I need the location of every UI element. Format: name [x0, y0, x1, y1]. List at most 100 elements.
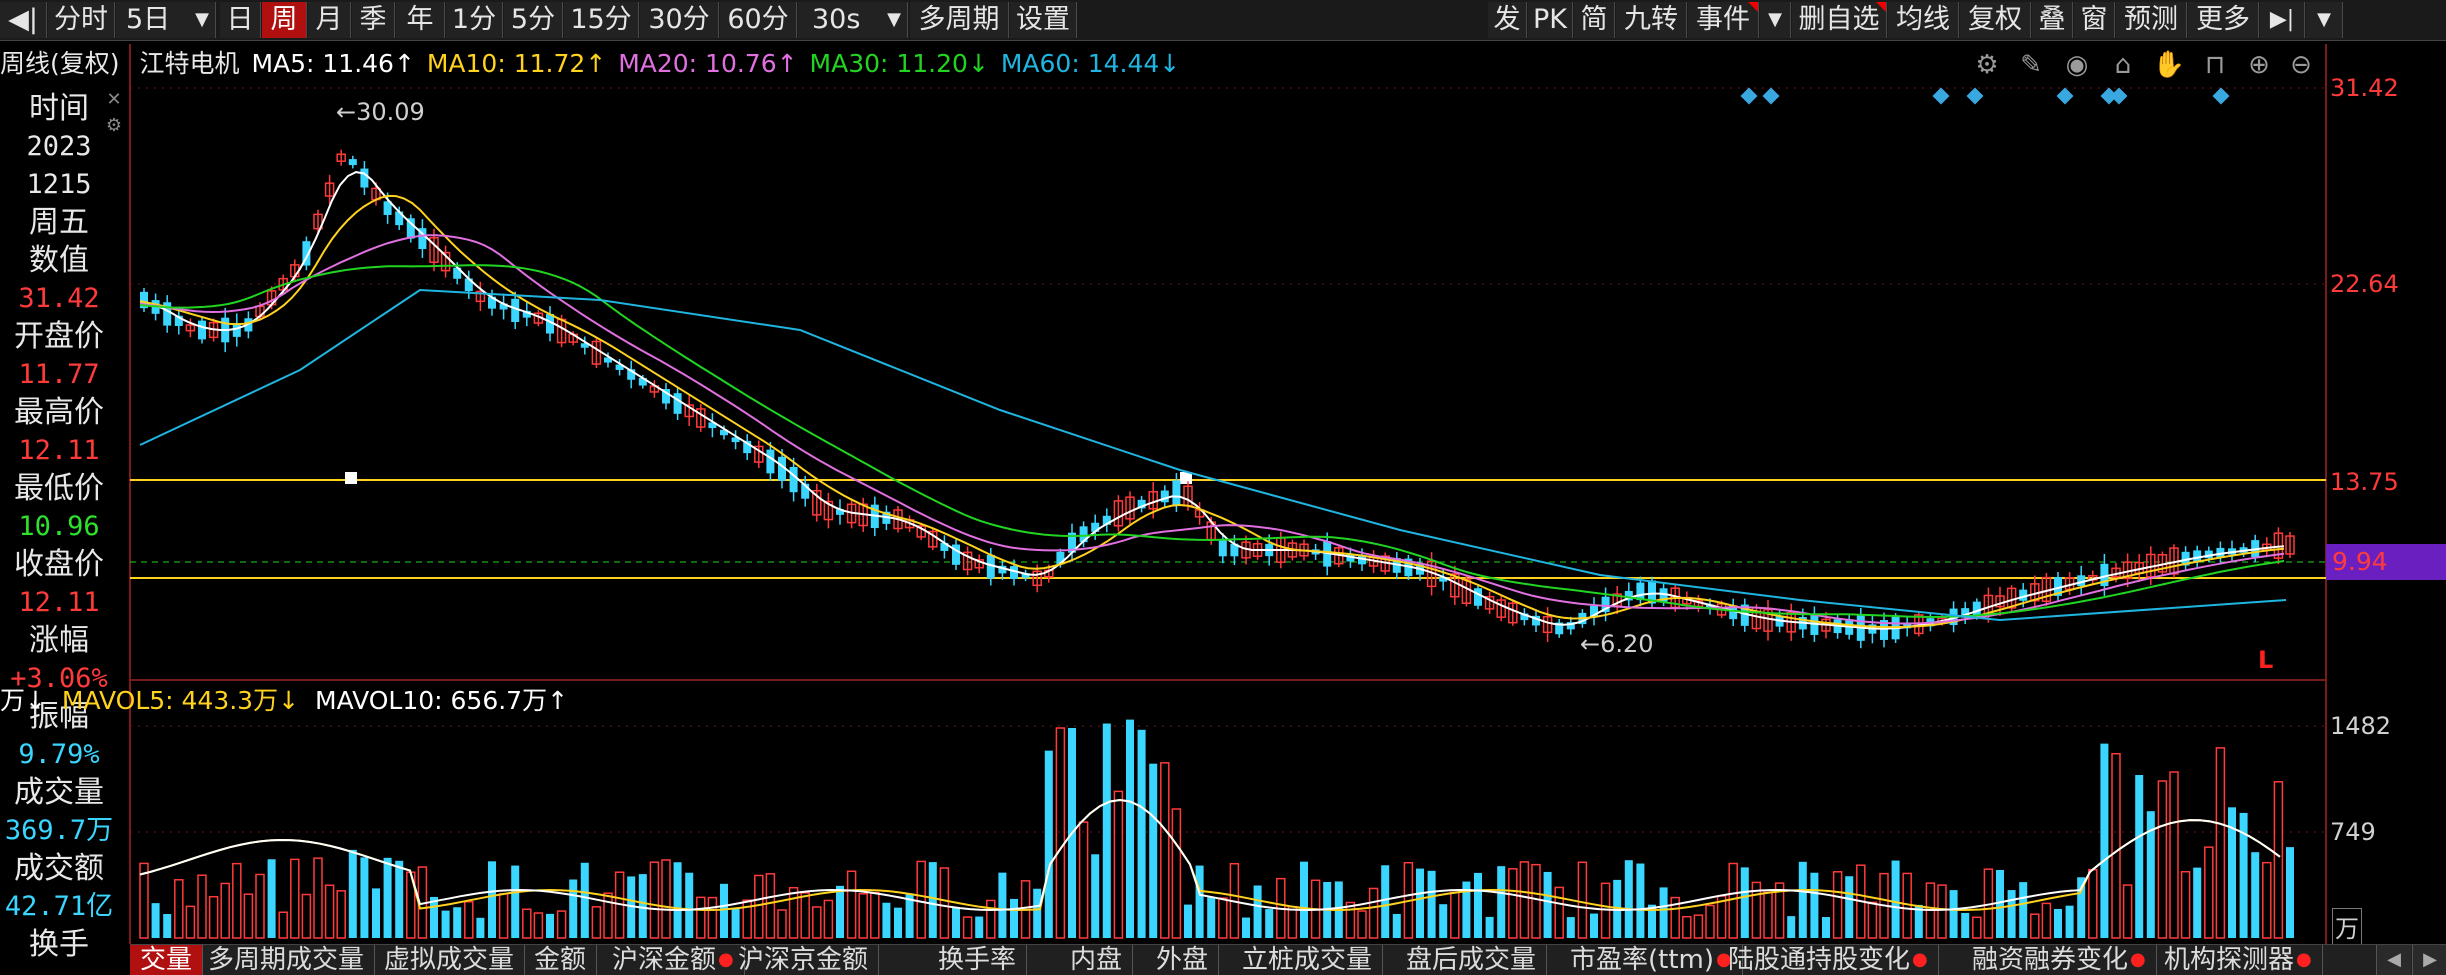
candle-down	[198, 320, 206, 340]
volume-bar-up	[2030, 913, 2040, 939]
volume-bar-up	[2180, 870, 2191, 939]
volume-bar-down	[882, 902, 891, 938]
data-panel: 时间 2023 1215 周五 数值 31.42 开盘价 11.77 最高价 1…	[0, 90, 118, 974]
high-annotation: ←30.09	[336, 98, 425, 126]
kline-chart[interactable]	[0, 0, 2446, 974]
volume-bar-down	[2100, 743, 2109, 938]
volume-bar-down	[1845, 876, 1854, 938]
volume-bar-up	[220, 882, 230, 939]
candle-down	[1636, 582, 1645, 601]
volume-bar-down	[580, 862, 589, 938]
low-value: 10.96	[18, 511, 100, 542]
tab-multi-volume[interactable]: 多周期成交量	[198, 945, 376, 975]
volume-bar-down	[1010, 898, 1018, 938]
volume-bar-up	[1728, 862, 1738, 939]
volume-bar-down	[1740, 867, 1749, 938]
volume-bar-up	[197, 874, 207, 939]
volume-bar-up	[208, 895, 219, 939]
volume-bar-down	[2193, 867, 2202, 938]
volume-bar-up	[1519, 861, 1530, 939]
volume-bar-down	[2054, 908, 2062, 938]
year-value: 2023	[26, 131, 92, 162]
volume-bar-up	[2157, 780, 2168, 939]
volume-bar-down	[1265, 909, 1274, 938]
volume-bar-up	[696, 896, 706, 939]
volume-bar-down	[1392, 913, 1401, 938]
candle-down	[673, 393, 682, 414]
volume-bar-down	[546, 913, 554, 938]
tab-after-hours[interactable]: 盘后成交量	[1396, 945, 1548, 975]
tab-lizhuang[interactable]: 立桩成交量	[1232, 945, 1384, 975]
current-price-badge: 9.94	[2326, 544, 2446, 580]
red-dot-icon: ●	[2296, 949, 2312, 970]
volume-bar-up	[1972, 916, 1982, 939]
volume-bar-up	[556, 910, 567, 939]
tab-inner[interactable]: 内盘	[1060, 945, 1134, 975]
volume-bar-up	[1705, 904, 1715, 939]
tab-hs-amount[interactable]: 沪深金额 ●	[602, 945, 745, 975]
volume-bar-up	[278, 911, 288, 939]
scroll-right-button[interactable]: ▶	[2412, 945, 2446, 975]
volume-bar-down	[1300, 861, 1308, 938]
ma5-line	[139, 171, 2285, 630]
tab-institution[interactable]: 机构探测器 ●	[2154, 945, 2323, 975]
time-label: 时间	[29, 91, 89, 126]
red-dot-icon: ●	[1912, 949, 1928, 970]
tab-turnover[interactable]: 换手率	[928, 945, 1028, 975]
volume-bar-up	[707, 896, 718, 939]
event-diamond-1	[1762, 87, 1780, 105]
volume-bar-up	[243, 893, 254, 939]
volume-bar-down	[2007, 890, 2016, 938]
volume-bar-down	[638, 874, 647, 938]
scroll-left-button[interactable]: ◀	[2376, 945, 2411, 975]
volume-bar-up	[800, 892, 810, 939]
volume-bar-down	[1427, 870, 1436, 938]
volume-bar-down	[1126, 719, 1134, 938]
volume-bar-down	[1798, 861, 1807, 938]
tab-volume[interactable]: 交量	[130, 945, 204, 975]
volume-bar-down	[511, 865, 520, 938]
volume-bar-down	[395, 860, 404, 938]
volume-bar-down	[894, 907, 902, 938]
tab-hsj-amount[interactable]: 沪深京金额	[728, 945, 880, 975]
volume-bar-up	[336, 890, 346, 939]
tab-outer[interactable]: 外盘	[1146, 945, 1220, 975]
l-marker: L	[2258, 646, 2274, 674]
volume-bar-up	[1345, 901, 1356, 939]
volume-bar-up	[754, 874, 764, 939]
low-label: 最低价	[14, 471, 104, 506]
volume-bar-down	[731, 908, 740, 938]
volume-bar-up	[765, 873, 776, 939]
volume-bar-up	[1357, 910, 1367, 939]
tab-amount[interactable]: 金额	[524, 945, 598, 975]
volume-bar-down	[2135, 775, 2144, 938]
ma20-line	[139, 234, 2285, 625]
low-annotation-value: 6.20	[1600, 630, 1654, 658]
price-axis-top: 31.42	[2330, 74, 2399, 102]
volume-bar-down	[1810, 872, 1819, 938]
tab-pe[interactable]: 市盈率(ttm) ●	[1560, 945, 1743, 975]
close-icon[interactable]: ✕	[104, 90, 124, 110]
price-axis-line: 13.75	[2330, 468, 2399, 496]
volume-bar-up	[812, 906, 822, 939]
volume-bar-down	[998, 872, 1007, 938]
vol-unit: 万↓	[0, 686, 46, 715]
event-diamond-7	[2212, 87, 2230, 105]
candle-down	[1218, 540, 1227, 557]
volume-bar-up	[1508, 868, 1518, 939]
tab-virtual-volume[interactable]: 虚拟成交量	[374, 945, 526, 975]
volume-bar-up	[290, 858, 300, 939]
volume-bar-down	[1497, 866, 1506, 938]
volume-bar-down	[476, 917, 485, 938]
amount-value: 42.71亿	[4, 891, 114, 922]
tab-hk-connect[interactable]: 陆股通持股变化 ●	[1718, 945, 1939, 975]
panel-gear-icon[interactable]: ⚙	[104, 116, 124, 136]
tab-margin[interactable]: 融资融券变化 ●	[1962, 945, 2157, 975]
volume-bar-up	[1218, 897, 1228, 939]
event-diamond-2	[1932, 87, 1950, 105]
volume-bar-down	[1590, 913, 1598, 938]
value-value: 31.42	[18, 283, 100, 314]
volume-bar-down	[1207, 896, 1216, 938]
volume-bar-down	[1543, 871, 1552, 938]
volume-bar-down	[1102, 723, 1111, 938]
